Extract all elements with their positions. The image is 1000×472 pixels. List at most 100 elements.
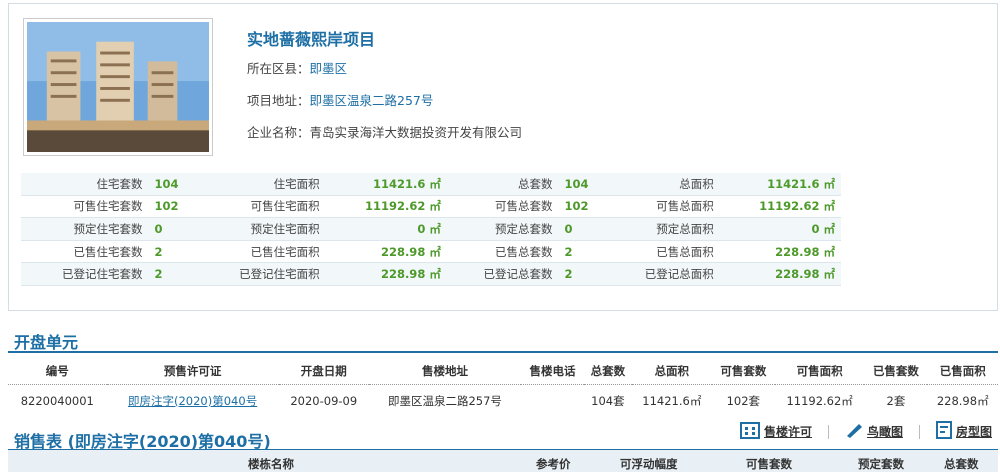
stat-value: 102 bbox=[558, 195, 609, 219]
stat-label: 预定住宅面积 bbox=[198, 217, 326, 241]
address-value: 即墨区温泉二路257号 bbox=[309, 93, 434, 108]
units-cell: 8220040001 bbox=[20, 394, 94, 408]
stat-label: 预定住宅套数 bbox=[21, 217, 149, 241]
units-section-divider bbox=[8, 351, 998, 353]
units-cell: 11421.6㎡ bbox=[642, 394, 702, 408]
stat-value: 228.98 ㎡ bbox=[719, 240, 841, 264]
stat-label: 可售总面积 bbox=[608, 195, 720, 219]
stat-label: 已登记住宅面积 bbox=[198, 262, 326, 286]
stat-value: 11192.62 ㎡ bbox=[719, 195, 841, 219]
units-col-header: 总面积 bbox=[631, 358, 712, 385]
units-cell: 即墨区温泉二路257号 bbox=[387, 394, 502, 408]
stat-value: 11421.6 ㎡ bbox=[719, 173, 841, 196]
units-cell: 102套 bbox=[726, 394, 761, 408]
sales-table-header: 楼栋名称 参考价 可浮动幅度 可售套数 预定套数 总套数 bbox=[8, 450, 998, 472]
stat-value: 2 bbox=[148, 240, 199, 264]
stat-label: 总套数 bbox=[446, 173, 559, 196]
sales-col-available: 可售套数 bbox=[746, 457, 792, 471]
stats-row: 可售住宅套数 102 可售住宅面积 11192.62 ㎡可售总套数 102 可售总面积 11… bbox=[21, 195, 841, 219]
stat-label: 预定总套数 bbox=[446, 217, 559, 241]
district-row: 所在区县：即墨区 bbox=[247, 58, 522, 77]
link-divider bbox=[918, 424, 920, 439]
units-cell: 228.98㎡ bbox=[936, 394, 989, 408]
stats-table: 住宅套数 104 住宅面积 11421.6 ㎡总套数 104 总面积 11421.6 ㎡可售… bbox=[21, 173, 841, 286]
stat-value: 11192.62 ㎡ bbox=[325, 195, 447, 219]
stats-row: 已售住宅套数 2 已售住宅面积 228.98 ㎡已售总套数 2 已售总面积 228.98 ㎡ bbox=[21, 240, 841, 264]
stat-value: 104 bbox=[558, 173, 609, 196]
sales-col-building: 楼栋名称 bbox=[248, 457, 294, 471]
floor-plan-label: 房型图 bbox=[955, 425, 992, 439]
aerial-view-link[interactable]: 鸟瞰图 bbox=[845, 422, 903, 441]
units-cell: 2020-09-09 bbox=[290, 394, 358, 408]
stat-label: 已售总套数 bbox=[446, 240, 559, 264]
project-panel: 实地蔷薇熙岸项目 所在区县：即墨区 项目地址：即墨区温泉二路257号 企业名称：… bbox=[8, 3, 998, 311]
stat-value: 228.98 ㎡ bbox=[325, 262, 447, 286]
units-col-header: 已售套数 bbox=[864, 358, 928, 385]
floor-plan-link[interactable]: 房型图 bbox=[935, 421, 992, 442]
table-row: 8220040001 即房注字(2020)第040号 2020-09-09 即墨区温泉… bbox=[8, 385, 998, 418]
units-cell bbox=[521, 385, 584, 418]
units-cell: 即房注字(2020)第040号 bbox=[107, 385, 279, 418]
sales-col-total: 总套数 bbox=[944, 457, 979, 471]
address-row: 项目地址：即墨区温泉二路257号 bbox=[247, 90, 522, 109]
units-cell: 104套 bbox=[591, 394, 625, 408]
stat-label: 可售总套数 bbox=[446, 195, 559, 219]
stat-value: 102 bbox=[148, 195, 199, 219]
units-table: 编号 预售许可证 开盘日期 售楼地址 售楼电话 总套数 总面积 可售套数 可售面积 已售套数 已售面… bbox=[8, 358, 998, 417]
stat-value: 2 bbox=[148, 262, 199, 286]
stat-value: 228.98 ㎡ bbox=[325, 240, 447, 264]
stats-row: 预定住宅套数 0 预定住宅面积 0 ㎡预定总套数 0 预定总面积 0 ㎡ bbox=[21, 217, 841, 241]
stat-label: 住宅面积 bbox=[198, 173, 326, 196]
sales-links: 售楼许可 鸟瞰图 房型图 bbox=[739, 421, 992, 442]
units-col-header: 售楼地址 bbox=[368, 358, 521, 385]
sales-col-reserved: 预定套数 bbox=[858, 457, 904, 471]
units-col-header: 编号 bbox=[8, 358, 107, 385]
units-col-header: 开盘日期 bbox=[278, 358, 369, 385]
district-label: 所在区县： bbox=[247, 61, 310, 76]
stat-label: 可售住宅面积 bbox=[198, 195, 326, 219]
pen-icon bbox=[845, 422, 863, 441]
units-col-header: 总套数 bbox=[583, 358, 632, 385]
address-label: 项目地址： bbox=[247, 93, 310, 108]
stat-label: 已售住宅套数 bbox=[21, 240, 149, 264]
sales-col-float-range: 可浮动幅度 bbox=[620, 457, 678, 471]
units-col-header: 售楼电话 bbox=[520, 358, 584, 385]
company-label: 企业名称： bbox=[247, 125, 310, 140]
stat-label: 已登记总套数 bbox=[446, 262, 559, 286]
building-icon bbox=[739, 421, 760, 442]
units-col-header: 可售面积 bbox=[774, 358, 865, 385]
stat-label: 已售住宅面积 bbox=[198, 240, 326, 264]
stat-value: 0 bbox=[148, 217, 199, 241]
link-divider bbox=[827, 424, 829, 439]
sales-col-ref-price: 参考价 bbox=[536, 457, 571, 471]
sales-permit-link[interactable]: 售楼许可 bbox=[739, 421, 812, 442]
stat-value: 0 bbox=[558, 217, 609, 241]
units-col-header: 已售面积 bbox=[927, 358, 998, 385]
stat-value: 2 bbox=[558, 240, 609, 264]
floor-plan-icon bbox=[935, 421, 952, 442]
district-value: 即墨区 bbox=[309, 61, 348, 76]
company-value: 青岛实录海洋大数据投资开发有限公司 bbox=[309, 125, 523, 140]
stat-value: 104 bbox=[148, 173, 199, 196]
stat-label: 总面积 bbox=[608, 173, 720, 196]
units-col-header: 预售许可证 bbox=[106, 358, 279, 385]
company-row: 企业名称：青岛实录海洋大数据投资开发有限公司 bbox=[247, 122, 522, 141]
units-section-title: 开盘单元 bbox=[14, 333, 79, 352]
stat-label: 已登记住宅套数 bbox=[21, 262, 149, 286]
units-cell: 11192.62㎡ bbox=[786, 394, 853, 408]
stat-label: 可售住宅套数 bbox=[21, 195, 149, 219]
project-photo bbox=[23, 18, 213, 156]
stat-label: 住宅套数 bbox=[21, 173, 149, 196]
stat-value: 0 ㎡ bbox=[719, 217, 841, 241]
units-col-header: 可售套数 bbox=[711, 358, 775, 385]
stat-value: 228.98 ㎡ bbox=[719, 262, 841, 286]
stat-value: 2 bbox=[558, 262, 609, 286]
presale-permit-link[interactable]: 即房注字(2020)第040号 bbox=[128, 394, 257, 408]
stat-label: 已售总面积 bbox=[608, 240, 720, 264]
units-cell: 2套 bbox=[886, 394, 906, 408]
stats-row: 住宅套数 104 住宅面积 11421.6 ㎡总套数 104 总面积 11421.6 ㎡ bbox=[21, 173, 841, 196]
stats-row: 已登记住宅套数 2 已登记住宅面积 228.98 ㎡已登记总套数 2 已登记总面积 228.… bbox=[21, 262, 841, 286]
stat-label: 已登记总面积 bbox=[608, 262, 720, 286]
project-name: 实地蔷薇熙岸项目 bbox=[247, 30, 376, 49]
aerial-view-label: 鸟瞰图 bbox=[866, 425, 903, 439]
